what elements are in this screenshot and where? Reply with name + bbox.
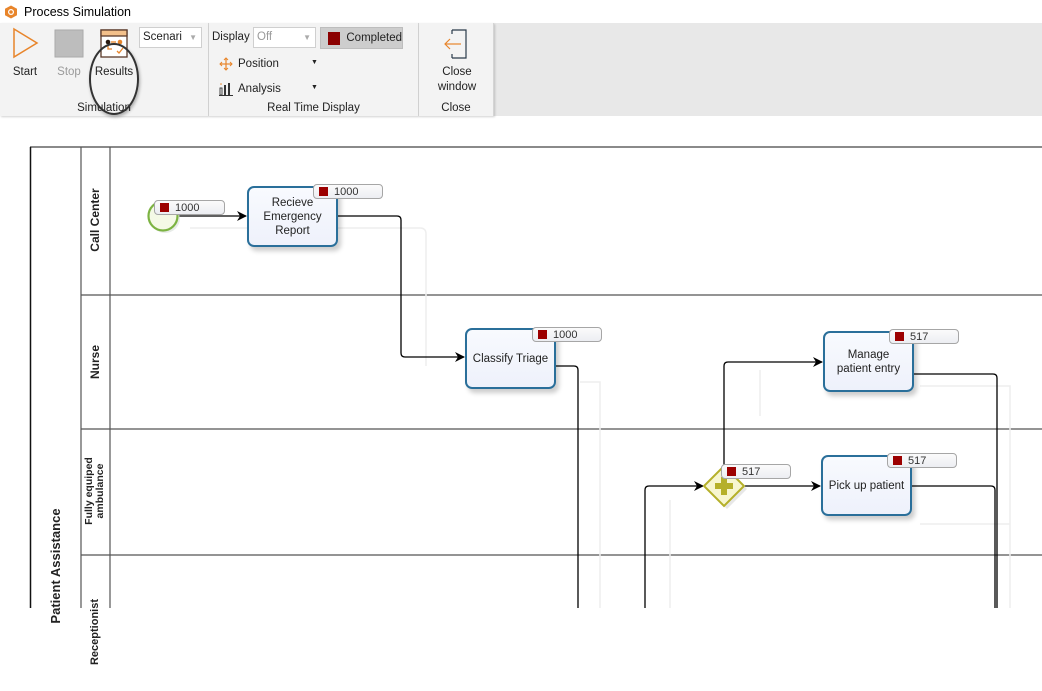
hexagon-app-icon [5, 5, 17, 18]
title-bar: Process Simulation [0, 0, 1042, 23]
close-window-label-line1: Close [442, 66, 472, 78]
count-value: 517 [908, 454, 927, 467]
count-badge-manage-entry: 517 [889, 329, 959, 344]
position-button[interactable]: Position ▼ [219, 55, 319, 73]
count-value: 1000 [334, 185, 359, 198]
count-value: 517 [742, 465, 761, 478]
caret-down-icon: ▼ [311, 84, 318, 91]
sequence-flow[interactable] [644, 481, 704, 608]
chevron-down-icon: ▼ [189, 33, 197, 42]
analysis-button[interactable]: Analysis ▼ [219, 80, 319, 98]
caret-down-icon: ▼ [311, 59, 318, 66]
stop-button[interactable]: Stop [50, 27, 88, 78]
sequence-flow[interactable] [338, 215, 465, 362]
stop-label: Stop [57, 66, 81, 78]
results-icon [100, 29, 128, 58]
task-label-line: Manage [847, 348, 890, 361]
sequence-flow[interactable] [556, 365, 579, 608]
close-group-label: Close [441, 102, 471, 114]
completed-label: Completed [346, 32, 402, 44]
completed-marker-icon [893, 456, 902, 465]
lane-label-call-center: Call Center [88, 188, 102, 252]
count-badge-classify-triage: 1000 [532, 327, 602, 342]
task-label-line: Recieve [271, 196, 314, 209]
completed-toggle-button[interactable]: Completed [320, 27, 403, 49]
ribbon: Start Stop Results Scenari ▼ Simulation [0, 23, 1042, 116]
chevron-down-icon: ▼ [303, 33, 311, 42]
task-label: Classify Triage [472, 352, 549, 365]
scenario-value: Scenari [143, 31, 182, 43]
completed-marker-icon [727, 467, 736, 476]
count-badge-pick-up-patient: 517 [887, 453, 957, 468]
sequence-flow[interactable] [723, 357, 823, 466]
display-value: Off [257, 31, 273, 43]
sequence-flow[interactable] [913, 373, 998, 608]
lane-label-receptionist: Receptionist [89, 599, 101, 666]
real-time-display-group-label: Real Time Display [267, 102, 360, 114]
completed-marker-icon [319, 187, 328, 196]
task-label-line: Report [275, 224, 310, 237]
play-icon [13, 27, 39, 59]
stop-icon [54, 29, 84, 58]
display-label: Display [212, 31, 250, 43]
task-label-line: patient entry [836, 362, 901, 375]
window-title: Process Simulation [24, 4, 131, 19]
count-badge-gateway: 517 [721, 464, 791, 479]
simulation-group: Start Stop Results Scenari ▼ Simulation [0, 23, 209, 116]
pool-label: Patient Assistance [48, 508, 63, 624]
display-select[interactable]: Off ▼ [253, 27, 316, 48]
task-label: Pick up patient [828, 479, 905, 492]
count-badge-recieve-report: 1000 [313, 184, 383, 199]
position-label: Position [238, 58, 279, 70]
count-value: 1000 [175, 201, 200, 214]
close-group: Close window Close [419, 23, 494, 116]
task-label-line: Emergency [263, 210, 322, 223]
close-window-label-line2: window [437, 81, 477, 93]
analysis-label: Analysis [238, 83, 281, 95]
completed-marker-icon [160, 203, 169, 212]
count-value: 517 [910, 330, 929, 343]
bar-chart-icon [219, 83, 233, 96]
results-button[interactable]: Results [94, 27, 134, 78]
real-time-display-group: Display Off ▼ Position ▼ Analysis ▼ Comp… [209, 23, 419, 116]
completed-color-swatch [328, 31, 341, 45]
start-label: Start [12, 66, 38, 78]
completed-marker-icon [895, 332, 904, 341]
lane-label-ambulance: Fully equiped ambulance [83, 441, 106, 541]
move-arrows-icon [219, 57, 233, 71]
count-badge-start-event: 1000 [154, 200, 225, 215]
lane-label-ambulance-line2: ambulance [94, 463, 106, 519]
scenario-select[interactable]: Scenari ▼ [139, 27, 202, 48]
start-button[interactable]: Start [6, 27, 44, 78]
count-value: 1000 [553, 328, 578, 341]
close-window-button[interactable]: Close window [427, 27, 487, 95]
completed-marker-icon [538, 330, 547, 339]
exit-door-icon [444, 29, 467, 59]
results-label: Results [94, 66, 134, 78]
lane-label-nurse: Nurse [88, 345, 102, 380]
simulation-group-label: Simulation [77, 102, 131, 114]
process-diagram-canvas[interactable]: Patient Assistance Call Center Nurse Ful… [0, 116, 1042, 665]
sequence-flow[interactable] [912, 485, 996, 608]
